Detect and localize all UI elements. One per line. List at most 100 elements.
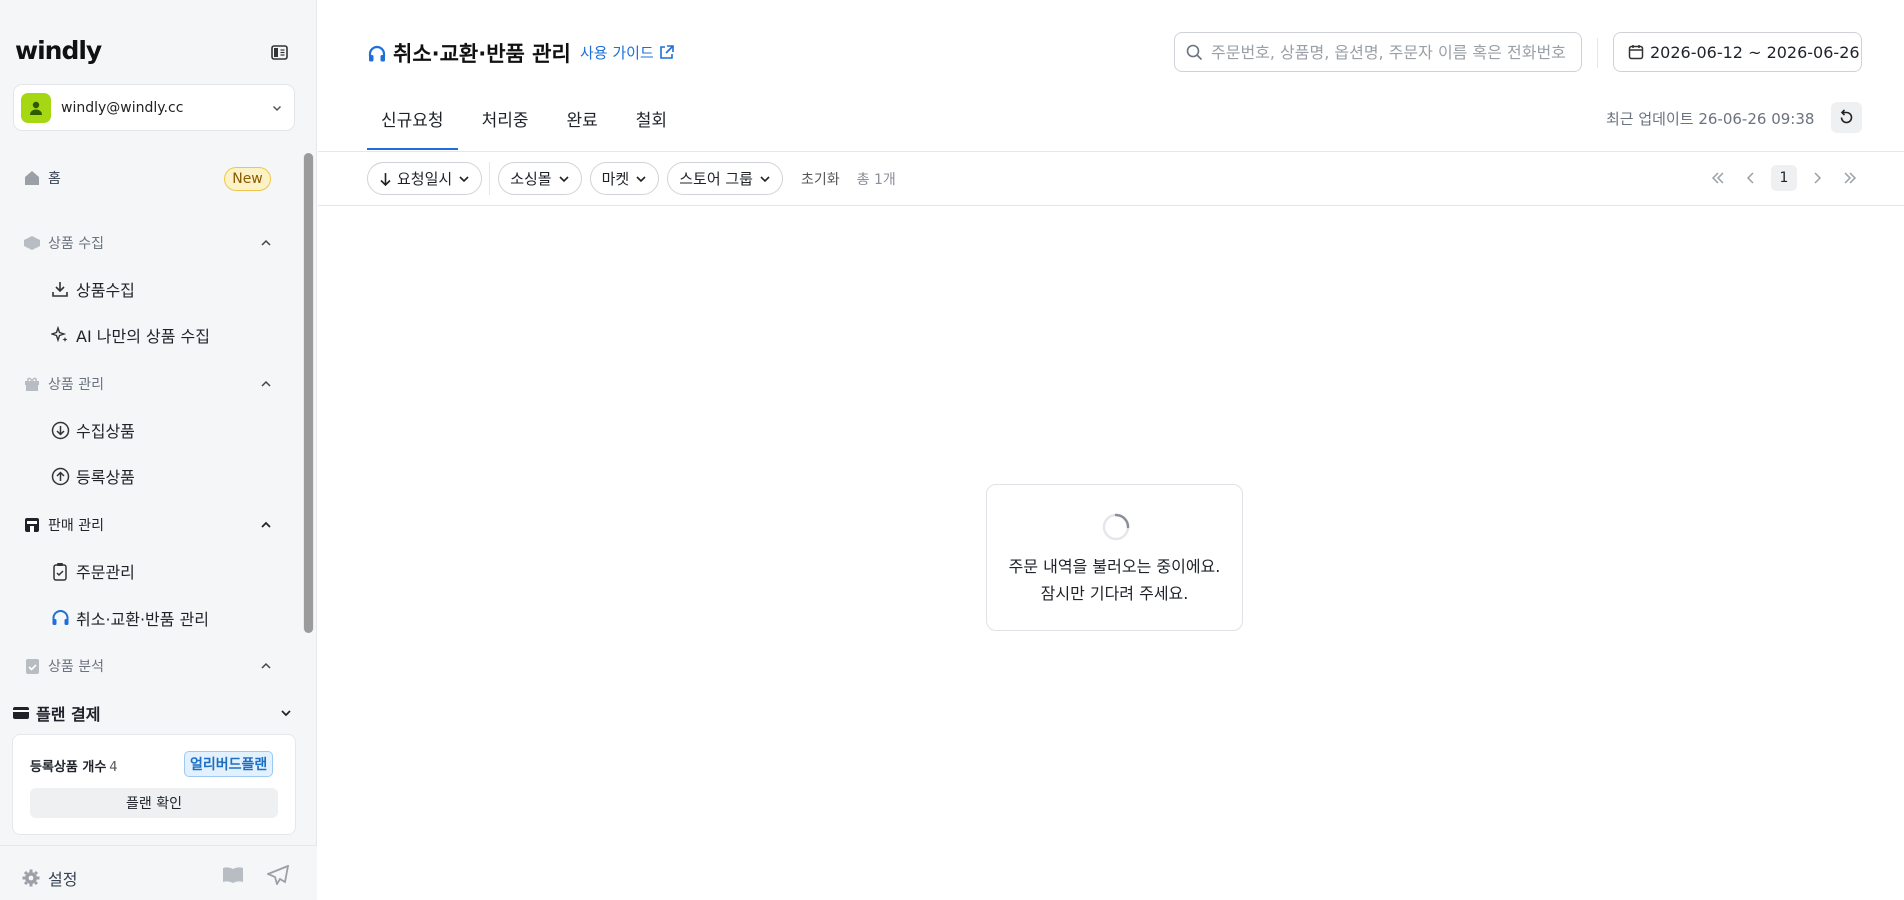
search-input[interactable] bbox=[1211, 42, 1571, 62]
date-range-picker[interactable]: 2026-06-12 ~ 2026-06-26 bbox=[1613, 32, 1862, 72]
last-updated-text: 최근 업데이트 26-06-26 09:38 bbox=[1606, 110, 1815, 128]
plan-count-label: 등록상품 개수 bbox=[30, 760, 107, 775]
chevron-down-icon bbox=[636, 175, 646, 182]
gift-icon bbox=[22, 374, 42, 394]
sidebar-item-label: 홈 bbox=[48, 171, 61, 187]
filter-label: 스토어 그룹 bbox=[679, 170, 753, 188]
sidebar-section-collect[interactable]: 상품 수집 bbox=[22, 233, 104, 253]
chevron-down-icon bbox=[760, 175, 770, 182]
send-icon[interactable] bbox=[267, 865, 289, 885]
arrow-down-icon bbox=[380, 172, 391, 186]
sort-request-date-button[interactable]: 요청일시 bbox=[367, 162, 483, 195]
sidebar-item-label: 취소·교환·반품 관리 bbox=[76, 610, 210, 629]
user-guide-label: 사용 가이드 bbox=[580, 44, 654, 62]
prev-page-button[interactable] bbox=[1738, 165, 1764, 191]
page-number-button[interactable]: 1 bbox=[1771, 165, 1797, 191]
plan-check-button[interactable]: 플랜 확인 bbox=[30, 788, 278, 818]
loading-spinner-icon bbox=[1102, 513, 1130, 541]
sidebar-item-label: 등록상품 bbox=[76, 468, 135, 487]
plan-badge: 얼리버드플랜 bbox=[184, 751, 274, 777]
app-logo[interactable]: windly bbox=[15, 36, 102, 65]
calendar-icon bbox=[1628, 45, 1644, 60]
chevron-right-icon bbox=[1814, 172, 1822, 184]
sidebar-item-ai-collect[interactable]: AI 나만의 상품 수집 bbox=[50, 323, 210, 347]
new-badge: New bbox=[224, 167, 271, 191]
chevron-down-icon bbox=[459, 175, 469, 182]
download-icon bbox=[50, 279, 70, 299]
plan-card: 등록상품 개수 4 얼리버드플랜 플랜 확인 bbox=[12, 734, 296, 835]
external-link-icon bbox=[659, 45, 674, 59]
filter-market[interactable]: 마켓 bbox=[589, 162, 660, 195]
filter-store-group[interactable]: 스토어 그룹 bbox=[667, 162, 783, 195]
page-title-text: 취소·교환·반품 관리 bbox=[393, 42, 571, 66]
sidebar-item-returns[interactable]: 취소·교환·반품 관리 bbox=[50, 606, 209, 630]
book-icon[interactable] bbox=[222, 865, 244, 885]
filter-divider-line bbox=[318, 205, 1904, 206]
home-icon bbox=[22, 168, 42, 188]
sidebar-item-label: 주문관리 bbox=[76, 563, 135, 582]
sidebar-section-manage[interactable]: 상품 관리 bbox=[22, 374, 104, 394]
sidebar-item-label: 수집상품 bbox=[76, 422, 135, 441]
chevron-up-icon[interactable] bbox=[259, 377, 273, 391]
filter-bar: 요청일시 소싱몰 마켓 스토어 그룹 초기화 총 1개 bbox=[367, 162, 896, 195]
next-page-button[interactable] bbox=[1804, 165, 1830, 191]
order-search-field[interactable] bbox=[1174, 32, 1582, 72]
plan-section-toggle[interactable]: 플랜 결제 bbox=[12, 701, 100, 725]
sidebar: windly windly@windly.cc 홈 New 상품 수집 상품수집 bbox=[0, 0, 317, 900]
sidebar-item-orders[interactable]: 주문관리 bbox=[50, 559, 135, 583]
loading-card: 주문 내역을 불러오는 중이에요. 잠시만 기다려 주세요. bbox=[986, 484, 1243, 631]
sidebar-section-label: 판매 관리 bbox=[48, 518, 104, 534]
search-icon bbox=[1186, 44, 1203, 60]
chevron-down-icon[interactable] bbox=[279, 706, 293, 720]
tab-new-request[interactable]: 신규요청 bbox=[367, 104, 458, 150]
sidebar-collapse-icon[interactable] bbox=[271, 45, 288, 60]
plan-count-value: 4 bbox=[109, 760, 118, 775]
sidebar-section-analysis[interactable]: 상품 분석 bbox=[22, 656, 104, 676]
reset-filters-button[interactable]: 초기화 bbox=[801, 169, 840, 189]
sidebar-item-registered[interactable]: 등록상품 bbox=[50, 464, 135, 488]
plan-title: 플랜 결제 bbox=[36, 705, 101, 724]
sidebar-section-sales[interactable]: 판매 관리 bbox=[22, 515, 104, 535]
user-guide-link[interactable]: 사용 가이드 bbox=[580, 42, 674, 63]
headset-icon bbox=[50, 608, 70, 628]
pagination: 1 bbox=[1698, 165, 1863, 191]
filter-label: 마켓 bbox=[601, 170, 630, 188]
settings-label: 설정 bbox=[48, 870, 78, 889]
sidebar-section-label: 상품 수집 bbox=[48, 236, 104, 252]
settings-button[interactable]: 설정 bbox=[22, 866, 77, 890]
arrow-down-circle-icon bbox=[50, 420, 70, 440]
first-page-button[interactable] bbox=[1705, 165, 1731, 191]
last-page-button[interactable] bbox=[1837, 165, 1863, 191]
credit-card-icon bbox=[13, 707, 29, 719]
tab-complete[interactable]: 완료 bbox=[552, 104, 611, 150]
sidebar-item-collect[interactable]: 상품수집 bbox=[50, 277, 135, 301]
arrow-up-circle-icon bbox=[50, 466, 70, 486]
filter-sourcing-mall[interactable]: 소싱몰 bbox=[498, 162, 582, 195]
scrollbar-thumb[interactable] bbox=[304, 153, 313, 633]
sidebar-item-collected[interactable]: 수집상품 bbox=[50, 418, 135, 442]
total-count: 총 1개 bbox=[856, 171, 896, 188]
chevron-up-icon[interactable] bbox=[259, 236, 273, 250]
headset-icon bbox=[367, 44, 387, 63]
loading-line-1: 주문 내역을 불러오는 중이에요. bbox=[1008, 557, 1221, 576]
plan-count: 등록상품 개수 4 bbox=[30, 756, 118, 775]
page-title: 취소·교환·반품 관리 bbox=[367, 38, 571, 68]
account-email: windly@windly.cc bbox=[61, 99, 184, 116]
chevron-up-icon[interactable] bbox=[259, 518, 273, 532]
chevron-down-icon bbox=[272, 105, 282, 111]
gear-icon bbox=[22, 869, 40, 887]
chevron-up-icon[interactable] bbox=[259, 659, 273, 673]
refresh-icon bbox=[1840, 109, 1853, 124]
tabs-divider bbox=[318, 151, 1904, 152]
account-switcher[interactable]: windly@windly.cc bbox=[13, 84, 295, 131]
tab-withdrawn[interactable]: 철회 bbox=[622, 104, 681, 150]
sort-label: 요청일시 bbox=[397, 170, 453, 188]
sidebar-scrollbar[interactable] bbox=[303, 153, 314, 633]
chevron-down-icon bbox=[559, 175, 569, 182]
date-range-text: 2026-06-12 ~ 2026-06-26 bbox=[1650, 42, 1860, 62]
sidebar-item-home[interactable]: 홈 bbox=[22, 168, 61, 188]
sparkle-icon bbox=[50, 325, 70, 345]
user-avatar-icon bbox=[21, 92, 51, 123]
tab-processing[interactable]: 처리중 bbox=[468, 104, 543, 150]
refresh-button[interactable] bbox=[1831, 102, 1862, 133]
